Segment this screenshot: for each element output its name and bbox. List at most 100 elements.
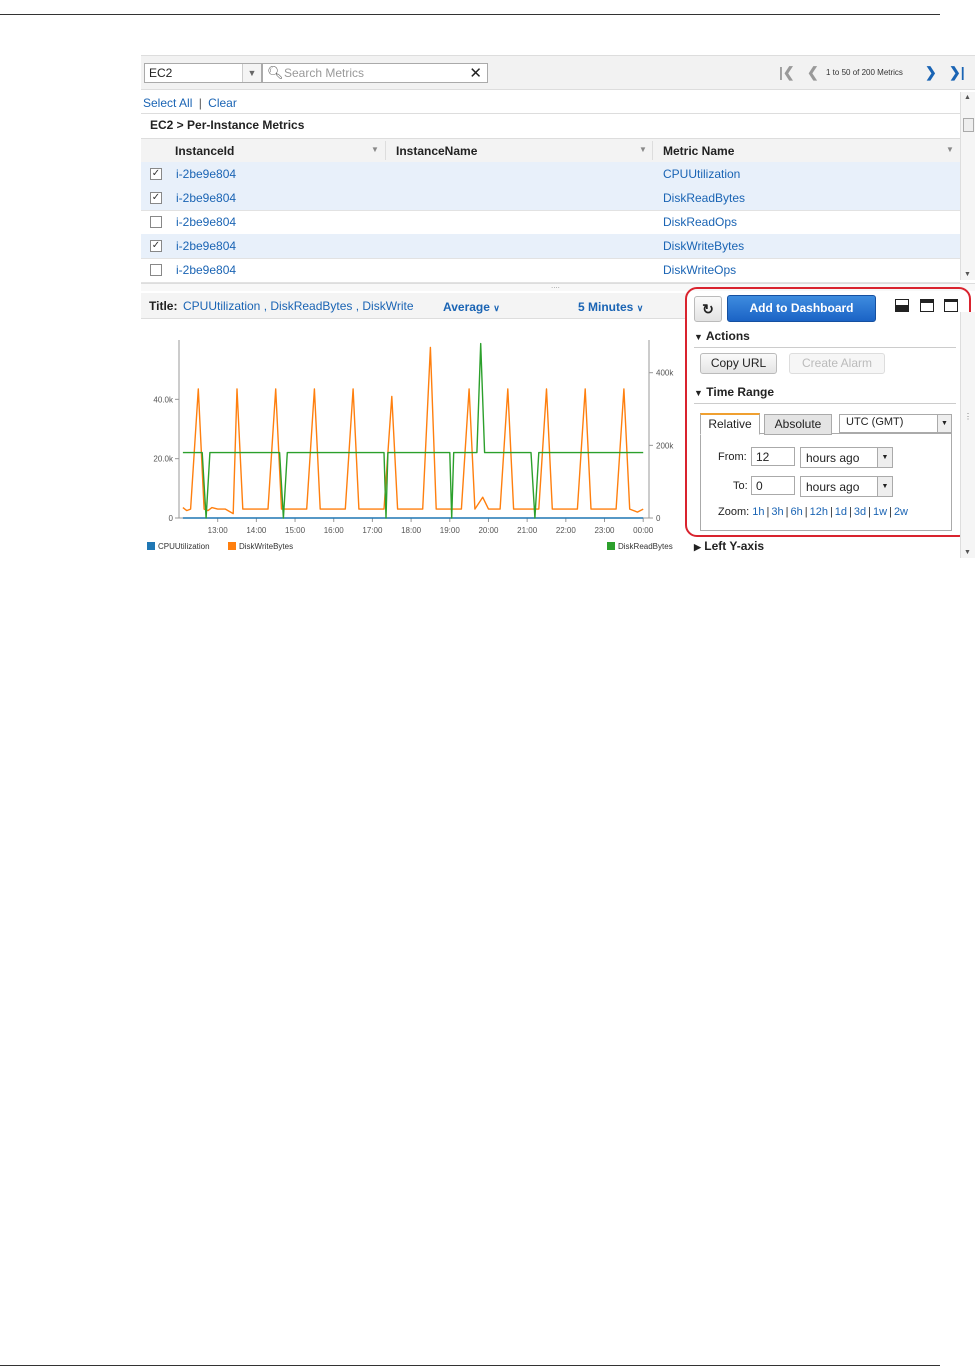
- view-max-icon[interactable]: [944, 299, 958, 312]
- zoom-separator: |: [785, 506, 789, 518]
- view-split-icon-bar: [921, 300, 933, 303]
- left-y-axis-section-toggle[interactable]: ▶ Left Y-axis: [694, 539, 764, 553]
- caret-down-icon: ▼: [694, 332, 703, 342]
- chevron-down-icon[interactable]: ▼: [877, 448, 892, 467]
- table-row[interactable]: ✓ i-2be9e804 CPUUtilization: [141, 162, 960, 187]
- table-scrollbar[interactable]: ▲ ▼: [960, 92, 975, 280]
- from-unit-select[interactable]: hours ago ▼: [800, 447, 893, 468]
- divider: [694, 403, 956, 404]
- view-split-icon[interactable]: [920, 299, 934, 312]
- copy-url-button[interactable]: Copy URL: [700, 353, 777, 374]
- last-page-icon[interactable]: ❯|: [949, 64, 965, 81]
- table-row[interactable]: ✓ i-2be9e804 DiskWriteBytes: [141, 234, 960, 259]
- pager-text: 1 to 50 of 200 Metrics: [826, 68, 903, 77]
- x-tick-label: 13:00: [208, 526, 229, 535]
- view-bottom-icon[interactable]: [895, 299, 909, 312]
- scroll-up-icon[interactable]: ▲: [964, 94, 971, 101]
- actions-section-toggle[interactable]: ▼ Actions: [694, 329, 750, 343]
- zoom-12h[interactable]: 12h: [810, 506, 828, 518]
- metrics-chart: 13:00 14:00 15:00 16:00 17:00 18:00 19:00 20:00…: [147, 340, 674, 551]
- zoom-separator: |: [868, 506, 872, 518]
- sort-icon[interactable]: ▼: [946, 145, 954, 154]
- graph-title-value[interactable]: CPUUtilization , DiskReadBytes , DiskWri…: [183, 299, 414, 313]
- metric-name-cell[interactable]: DiskWriteBytes: [663, 239, 744, 253]
- tab-absolute[interactable]: Absolute: [764, 414, 832, 435]
- tab-relative[interactable]: Relative: [700, 413, 760, 435]
- legend-swatch: [607, 542, 615, 550]
- selection-links: Select All | Clear: [143, 96, 237, 110]
- instance-id-cell[interactable]: i-2be9e804: [176, 191, 236, 205]
- search-input[interactable]: [284, 64, 459, 82]
- row-checkbox[interactable]: ✓: [150, 240, 162, 252]
- search-box: 🔍︎ ✕: [262, 63, 488, 83]
- time-range-section-toggle[interactable]: ▼ Time Range: [694, 385, 774, 399]
- row-checkbox[interactable]: [150, 216, 162, 228]
- zoom-2w[interactable]: 2w: [894, 506, 908, 518]
- chevron-down-icon[interactable]: ▼: [242, 64, 261, 82]
- scroll-down-icon[interactable]: ▼: [964, 549, 971, 556]
- column-header-metricname[interactable]: Metric Name: [663, 144, 734, 158]
- next-page-icon[interactable]: ❯: [925, 64, 937, 81]
- pager: |❮ ❮ 1 to 50 of 200 Metrics ❯ ❯|: [775, 64, 975, 82]
- zoom-label: Zoom:: [718, 506, 750, 518]
- panel-scrollbar[interactable]: ⋮ ▼: [960, 312, 975, 558]
- x-tick-label: 00:00: [633, 526, 654, 535]
- column-divider[interactable]: [385, 141, 386, 160]
- column-divider[interactable]: [652, 141, 653, 160]
- zoom-1h[interactable]: 1h: [752, 506, 764, 518]
- from-input[interactable]: 12: [751, 447, 795, 466]
- table-row[interactable]: i-2be9e804 DiskWriteOps: [141, 258, 960, 283]
- metric-name-cell[interactable]: DiskReadOps: [663, 215, 737, 229]
- zoom-1d[interactable]: 1d: [835, 506, 847, 518]
- statistic-select[interactable]: Average ∨: [443, 300, 500, 314]
- graph-title-bar: Title: CPUUtilization , DiskReadBytes , …: [141, 293, 686, 319]
- sort-icon[interactable]: ▼: [639, 145, 647, 154]
- namespace-select[interactable]: EC2 ▼: [144, 63, 262, 83]
- x-tick-label: 17:00: [362, 526, 383, 535]
- zoom-3d[interactable]: 3d: [854, 506, 866, 518]
- x-tick-label: 16:00: [324, 526, 345, 535]
- chevron-down-icon[interactable]: ▼: [937, 415, 951, 432]
- to-input[interactable]: 0: [751, 476, 795, 495]
- row-checkbox[interactable]: ✓: [150, 168, 162, 180]
- left-y-tick-label: 40.0k: [153, 395, 174, 404]
- scroll-grip-icon[interactable]: ⋮: [964, 412, 972, 421]
- legend-swatch: [147, 542, 155, 550]
- zoom-6h[interactable]: 6h: [790, 506, 802, 518]
- refresh-button[interactable]: ↻: [694, 296, 722, 322]
- statistic-value: Average: [443, 300, 490, 314]
- metric-name-cell[interactable]: DiskReadBytes: [663, 191, 745, 205]
- instance-id-cell[interactable]: i-2be9e804: [176, 215, 236, 229]
- zoom-1w[interactable]: 1w: [873, 506, 887, 518]
- clear-search-icon[interactable]: ✕: [469, 64, 482, 82]
- refresh-icon: ↻: [702, 301, 714, 317]
- scroll-thumb[interactable]: [963, 118, 974, 132]
- column-header-instanceid[interactable]: InstanceId: [175, 144, 234, 158]
- chevron-down-icon[interactable]: ▼: [877, 477, 892, 496]
- create-alarm-button[interactable]: Create Alarm: [789, 353, 885, 374]
- x-tick-label: 20:00: [478, 526, 499, 535]
- to-unit-select[interactable]: hours ago ▼: [800, 476, 893, 497]
- period-select[interactable]: 5 Minutes ∨: [578, 300, 643, 314]
- drag-handle-icon[interactable]: ....: [551, 281, 560, 290]
- column-header-instancename[interactable]: InstanceName: [396, 144, 477, 158]
- sort-icon[interactable]: ▼: [371, 145, 379, 154]
- table-row[interactable]: ✓ i-2be9e804 DiskReadBytes: [141, 186, 960, 211]
- instance-id-cell[interactable]: i-2be9e804: [176, 239, 236, 253]
- instance-id-cell[interactable]: i-2be9e804: [176, 167, 236, 181]
- first-page-icon[interactable]: |❮: [779, 64, 795, 81]
- row-checkbox[interactable]: ✓: [150, 192, 162, 204]
- metric-name-cell[interactable]: CPUUtilization: [663, 167, 740, 181]
- zoom-3h[interactable]: 3h: [771, 506, 783, 518]
- clear-link[interactable]: Clear: [208, 96, 237, 110]
- prev-page-icon[interactable]: ❮: [807, 64, 819, 81]
- metric-name-cell[interactable]: DiskWriteOps: [663, 263, 736, 277]
- scroll-down-icon[interactable]: ▼: [964, 271, 971, 278]
- table-row[interactable]: i-2be9e804 DiskReadOps: [141, 210, 960, 235]
- page-top-rule: [0, 14, 940, 15]
- add-to-dashboard-button[interactable]: Add to Dashboard: [727, 295, 876, 322]
- select-all-link[interactable]: Select All: [143, 96, 192, 110]
- instance-id-cell[interactable]: i-2be9e804: [176, 263, 236, 277]
- row-checkbox[interactable]: [150, 264, 162, 276]
- timezone-select[interactable]: UTC (GMT) ▼: [839, 414, 952, 433]
